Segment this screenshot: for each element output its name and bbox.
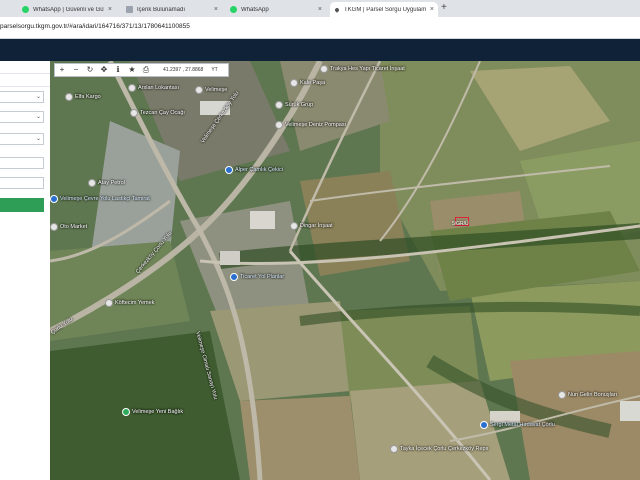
panel-tab[interactable] bbox=[0, 74, 50, 87]
close-tab-icon[interactable]: × bbox=[318, 6, 322, 13]
map-pin-icon bbox=[128, 84, 136, 92]
neighborhood-select[interactable]: ⌄ bbox=[0, 133, 44, 145]
satellite-map[interactable]: 5/GR/Ü Trakya Hes Yapı Ticaret İnşaat Ka… bbox=[50, 61, 640, 480]
poi-sergi-metal[interactable]: Sergi Metal Hırdavat Çorlu bbox=[480, 421, 555, 429]
province-select[interactable]: ⌄ bbox=[0, 91, 44, 103]
query-panel: ⌄ ⌄ ⌄ bbox=[0, 61, 51, 480]
map-toolbar: + − ↻ ✥ ℹ ★ ⎙ 41.2397 , 27.8868 ΥΤ bbox=[54, 63, 229, 77]
browser-tab-strip: WhatsApp | Güvenli ve Güvenilir × İçerik… bbox=[0, 0, 640, 17]
zoom-in-button[interactable]: + bbox=[55, 64, 69, 76]
whatsapp-icon bbox=[22, 6, 29, 13]
chevron-down-icon: ⌄ bbox=[35, 114, 41, 120]
browser-tab-whatsapp-secure[interactable]: WhatsApp | Güvenli ve Güvenilir × bbox=[18, 2, 116, 17]
close-tab-icon[interactable]: × bbox=[430, 6, 434, 13]
map-pin-icon bbox=[130, 109, 138, 117]
close-tab-icon[interactable]: × bbox=[214, 6, 218, 13]
tab-title: İçerik Bulunamadı bbox=[137, 6, 186, 13]
poi-dingar-insaat[interactable]: Dingar İnşaat bbox=[290, 222, 333, 230]
map-pin-icon bbox=[105, 299, 113, 307]
poi-oto-market[interactable]: Oto Market bbox=[50, 223, 87, 231]
selected-parcel-label: 5/GR/Ü bbox=[452, 221, 469, 227]
tab-title: WhatsApp bbox=[241, 6, 269, 13]
poi-ticaret-yol[interactable]: Ticaret Yol Planlar bbox=[230, 273, 284, 281]
url-text[interactable]: parselsorgu.tkgm.gov.tr/#ara/idari/16471… bbox=[0, 23, 190, 30]
poi-velimese-deniz[interactable]: Velimeşe Deniz Pompası bbox=[275, 121, 346, 129]
map-pin-icon bbox=[290, 79, 298, 87]
poi-koftecim[interactable]: Köftecim Yemek bbox=[105, 299, 154, 307]
query-button[interactable] bbox=[0, 198, 44, 212]
refresh-icon[interactable]: ↻ bbox=[83, 64, 97, 76]
panel-tab[interactable] bbox=[0, 61, 50, 74]
poi-trakya-hes[interactable]: Trakya Hes Yapı Ticaret İnşaat bbox=[320, 65, 405, 73]
poi-atay-petrol[interactable]: Atay Petrol bbox=[88, 179, 125, 187]
address-bar: parselsorgu.tkgm.gov.tr/#ara/idari/16471… bbox=[0, 17, 640, 39]
poi-tayka-icecek[interactable]: Tayka İçecek Çorlu Çerkezköy Reps bbox=[390, 445, 488, 453]
poi-suruk-grup[interactable]: Sürük Grup bbox=[275, 101, 313, 109]
poi-tezcan-cay[interactable]: Tezcan Çay Ocağı bbox=[130, 109, 185, 117]
map-pin-icon bbox=[320, 65, 328, 73]
browser-tab-whatsapp[interactable]: WhatsApp × bbox=[226, 2, 326, 17]
poi-alper-camlik[interactable]: Alper Çamlık Çekici bbox=[225, 166, 283, 174]
map-pin-icon bbox=[275, 121, 283, 129]
map-pin-icon bbox=[558, 391, 566, 399]
map-pin-icon bbox=[275, 101, 283, 109]
map-pin-icon bbox=[122, 408, 130, 416]
poi-kale-pasa[interactable]: Kale Paşa bbox=[290, 79, 325, 87]
poi-yeni-baglik[interactable]: Velimeşe Yeni Bağlık bbox=[122, 408, 183, 416]
poi-elfa-kargo[interactable]: Elfa Kargo bbox=[65, 93, 101, 101]
zoom-out-button[interactable]: − bbox=[69, 64, 83, 76]
app-header bbox=[0, 39, 640, 61]
poi-arslan-lokantasi[interactable]: Arslan Lokantası bbox=[128, 84, 179, 92]
map-pin-icon bbox=[88, 179, 96, 187]
map-pin-icon bbox=[230, 273, 238, 281]
map-pin-icon bbox=[50, 195, 58, 203]
map-pin-icon bbox=[50, 223, 58, 231]
block-input[interactable] bbox=[0, 157, 44, 169]
map-pin-icon bbox=[290, 222, 298, 230]
browser-tab-parsel-sorgu[interactable]: TKGM | Parsel Sorgu Uygulaması × bbox=[330, 2, 438, 17]
tab-title: TKGM | Parsel Sorgu Uygulaması bbox=[344, 6, 426, 13]
browser-tab-not-found[interactable]: İçerik Bulunamadı × bbox=[122, 2, 222, 17]
map-pin-icon bbox=[390, 445, 398, 453]
map-pin-icon bbox=[195, 86, 203, 94]
star-icon[interactable]: ★ bbox=[125, 64, 139, 76]
coordinate-readout: 41.2397 , 27.8868 bbox=[163, 67, 204, 73]
info-icon[interactable]: ℹ bbox=[111, 64, 125, 76]
whatsapp-icon bbox=[230, 6, 237, 13]
poi-nun-gelin[interactable]: Nun Gelin Bonuşları bbox=[558, 391, 617, 399]
map-pin-icon bbox=[480, 421, 488, 429]
map-pin-icon bbox=[65, 93, 73, 101]
district-select[interactable]: ⌄ bbox=[0, 111, 44, 123]
print-icon[interactable]: ⎙ bbox=[139, 64, 153, 76]
map-pin-icon bbox=[225, 166, 233, 174]
toolbar-extra[interactable]: ΥΤ bbox=[211, 67, 217, 73]
parcel-input[interactable] bbox=[0, 177, 44, 189]
tab-title: WhatsApp | Güvenli ve Güvenilir bbox=[33, 6, 104, 13]
pan-icon[interactable]: ✥ bbox=[97, 64, 111, 76]
map-pin-icon bbox=[332, 5, 342, 14]
close-tab-icon[interactable]: × bbox=[108, 6, 112, 13]
poi-lastikci[interactable]: Velimeşe Çevre Yolu Lastikçi Tamirat bbox=[50, 195, 150, 203]
poi-velimese[interactable]: Velimeşe bbox=[195, 86, 227, 94]
chevron-down-icon: ⌄ bbox=[35, 136, 41, 142]
page-icon bbox=[126, 6, 133, 13]
chevron-down-icon: ⌄ bbox=[35, 94, 41, 100]
new-tab-button[interactable]: + bbox=[441, 2, 447, 14]
